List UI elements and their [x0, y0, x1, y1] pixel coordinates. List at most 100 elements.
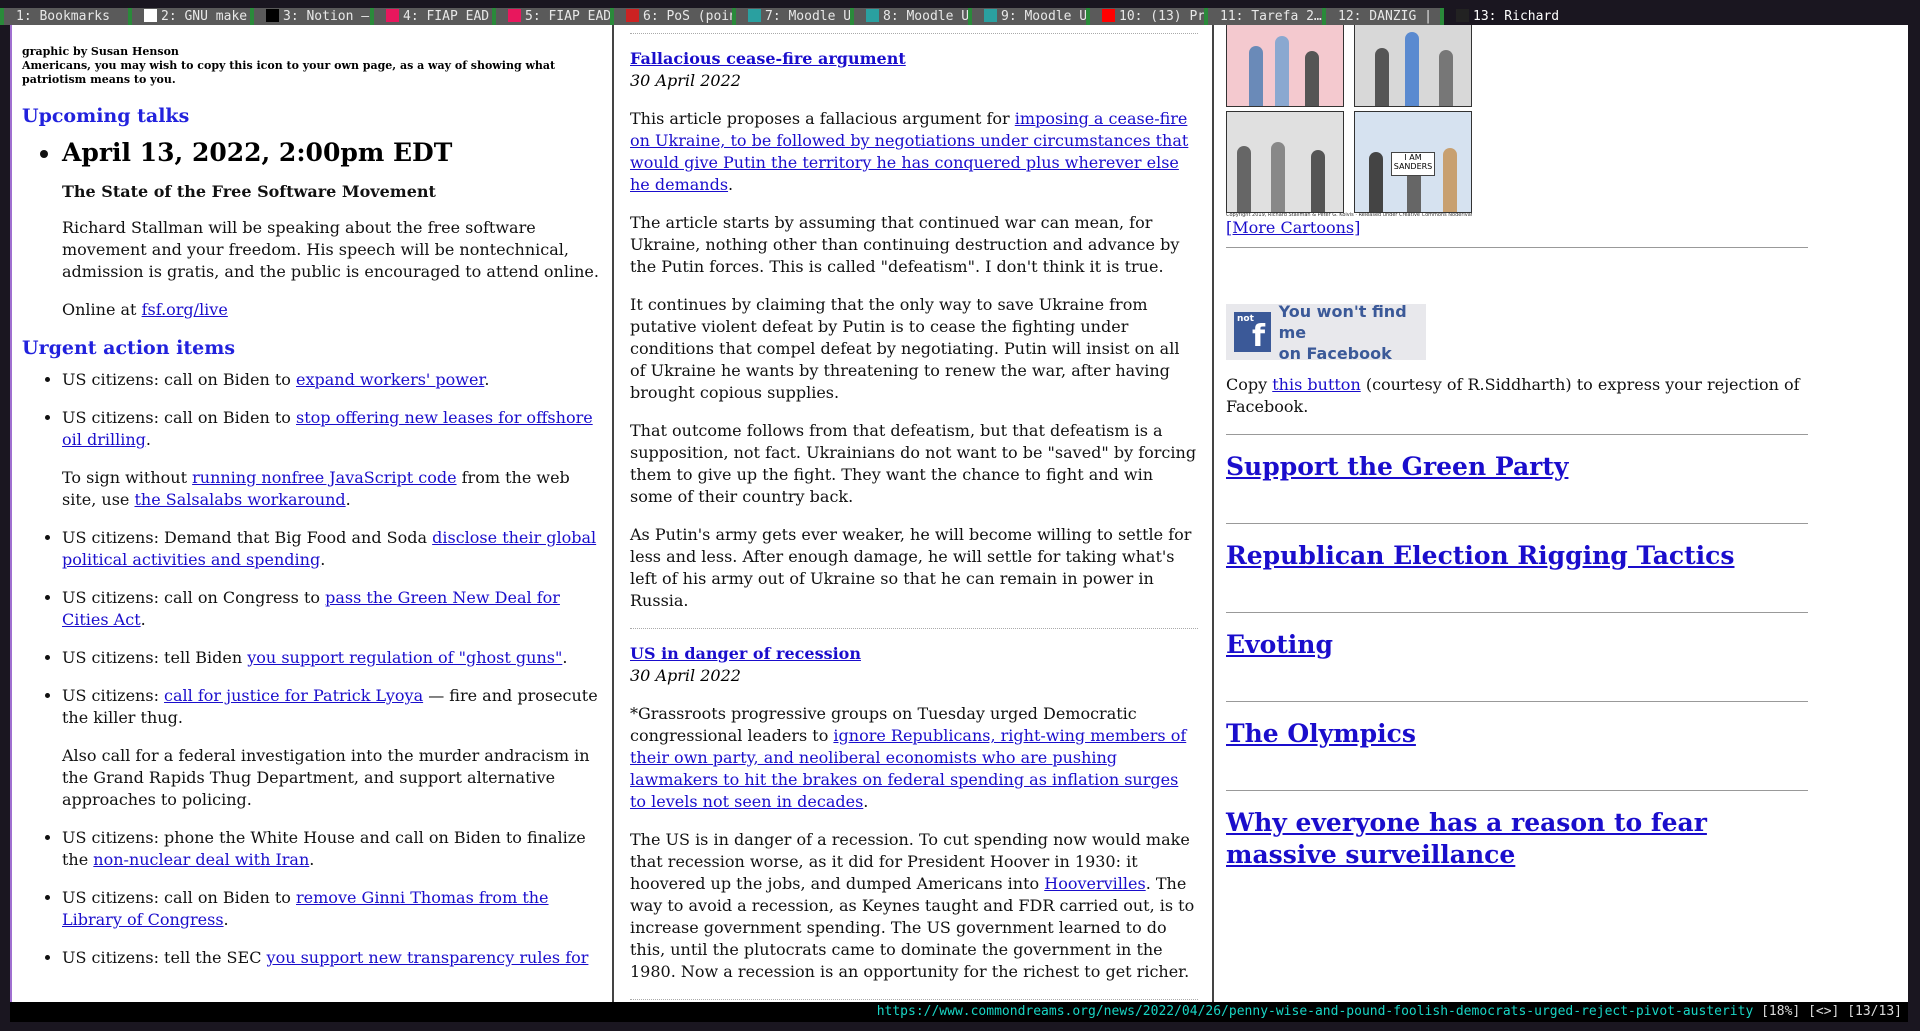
paragraph-text: This article proposes a fallacious argum…: [630, 109, 1015, 128]
figure: [1237, 146, 1251, 212]
item-text: .: [223, 910, 229, 929]
figure: [1275, 36, 1289, 106]
item-text: Also call for a federal investigation in…: [62, 746, 590, 809]
tab-2[interactable]: 2: GNU make: [128, 8, 250, 25]
article-title: US in danger of recession: [630, 643, 1198, 665]
facebook-icon: not f: [1234, 312, 1271, 352]
divider: [1226, 247, 1808, 248]
graphic-credit-note: Americans, you may wish to copy this ico…: [22, 59, 556, 86]
item-text: .: [484, 370, 490, 389]
tab-6[interactable]: 6: PoS (poin…: [610, 8, 732, 25]
talk-online: Online at fsf.org/live: [62, 299, 604, 321]
pos-icon: [626, 9, 639, 22]
urgent-action-item: To sign without running nonfree JavaScri…: [62, 467, 604, 511]
tab-label: 2: GNU make: [161, 9, 248, 24]
figure: [1439, 50, 1453, 106]
item-link[interactable]: expand workers' power: [296, 370, 484, 389]
tab-8[interactable]: 8: Moodle US…: [850, 8, 968, 25]
article-divider: [630, 33, 1198, 34]
urgent-action-item: US citizens: call on Biden to expand wor…: [62, 369, 604, 391]
notion-icon: [266, 9, 279, 22]
article-date: 30 April 2022: [630, 666, 741, 685]
middle-column: Fallacious cease-fire argument 30 April 2…: [616, 25, 1214, 1002]
more-cartoons-link[interactable]: [More Cartoons]: [1226, 218, 1360, 237]
paragraph-text: That outcome follows from that defeatism…: [630, 421, 1197, 506]
moodle-icon: [748, 9, 761, 22]
tab-7[interactable]: 7: Moodle US…: [732, 8, 850, 25]
fiap-icon: [386, 9, 399, 22]
figure: [1311, 150, 1325, 212]
item-link[interactable]: running nonfree JavaScript code: [192, 468, 456, 487]
right-link-block: Why everyone has a reason to fear massiv…: [1226, 807, 1786, 871]
item-text: US citizens: call on Biden to: [62, 888, 297, 907]
paragraph-text: .: [728, 175, 734, 194]
article: Fallacious cease-fire argument 30 April 2…: [630, 48, 1198, 612]
item-link[interactable]: the Salsalabs workaround: [134, 490, 345, 509]
item-text: .: [320, 550, 326, 569]
item-text: US citizens: Demand that Big Food and So…: [62, 528, 433, 547]
status-bar: https://www.commondreams.org/news/2022/0…: [0, 1002, 1920, 1031]
tab-4[interactable]: 4: FIAP EAD …: [370, 8, 492, 25]
urgent-action-item: US citizens: call on Biden to remove Gin…: [62, 887, 604, 931]
tab-12[interactable]: 12: DANZIG | VE…: [1322, 8, 1440, 25]
tab-label: 12: DANZIG | VE…: [1338, 9, 1440, 24]
tab-3[interactable]: 3: Notion – …: [250, 8, 370, 25]
item-text: US citizens: tell Biden: [62, 648, 248, 667]
article-paragraph: The article starts by assuming that cont…: [630, 212, 1198, 278]
right-link[interactable]: Why everyone has a reason to fear massiv…: [1226, 807, 1786, 871]
cartoon-panel: [1226, 25, 1344, 107]
item-link[interactable]: you support new transparency rules for: [267, 948, 589, 967]
tab-1[interactable]: 1: Bookmarks: [0, 8, 128, 25]
right-links: Support the Green Party Republican Electi…: [1226, 434, 1908, 871]
right-link-block: Republican Election Rigging Tactics: [1226, 540, 1786, 572]
moodle-icon: [866, 9, 879, 22]
item-link[interactable]: non-nuclear deal with Iran: [93, 850, 309, 869]
not-on-facebook-badge[interactable]: not f You won't find me on Facebook: [1226, 302, 1426, 363]
cartoon-sign: I AM SANDERS: [1391, 152, 1435, 176]
this-button-link[interactable]: this button: [1272, 375, 1361, 394]
item-link[interactable]: you support regulation of "ghost guns": [247, 648, 562, 667]
figure: [1369, 152, 1383, 212]
youtube-icon: [1102, 9, 1115, 22]
item-text: US citizens: call on Biden to: [62, 408, 297, 427]
status-url: https://www.commondreams.org/news/2022/0…: [876, 1004, 1754, 1019]
tab-10[interactable]: 10: (13) Pre…: [1086, 8, 1204, 25]
tab-5[interactable]: 5: FIAP EAD …: [492, 8, 610, 25]
article-paragraph: That outcome follows from that defeatism…: [630, 420, 1198, 508]
right-link[interactable]: The Olympics: [1226, 718, 1786, 750]
article-divider: [630, 628, 1198, 629]
tab-11[interactable]: 11: Tarefa 2…: [1204, 8, 1322, 25]
tab-label: 9: Moodle US…: [1001, 9, 1086, 24]
article-title-link[interactable]: US in danger of recession: [630, 644, 861, 663]
right-link[interactable]: Republican Election Rigging Tactics: [1226, 540, 1786, 572]
figure: [1443, 148, 1457, 212]
tab-9[interactable]: 9: Moodle US…: [968, 8, 1086, 25]
article-paragraph: As Putin's army gets ever weaker, he wil…: [630, 524, 1198, 612]
figure: [1405, 32, 1419, 106]
tab-label: 3: Notion – …: [283, 9, 370, 24]
articles-list: Fallacious cease-fire argument 30 April 2…: [630, 33, 1198, 1002]
article-title-link[interactable]: Fallacious cease-fire argument: [630, 49, 906, 68]
right-link-block: Support the Green Party: [1226, 451, 1786, 483]
graphic-credit: graphic by Susan Henson: [22, 45, 179, 58]
right-link[interactable]: Evoting: [1226, 629, 1786, 661]
figure: [1375, 48, 1389, 106]
fsf-live-link[interactable]: fsf.org/live: [142, 300, 228, 319]
item-link[interactable]: call for justice for Patrick Lyoya: [164, 686, 423, 705]
moodle-icon: [984, 9, 997, 22]
tab-13[interactable]: 13: Richard …: [1440, 8, 1562, 25]
right-column: I AM SANDERS Copyright 2019, Richard Sta…: [1216, 25, 1908, 1002]
paragraph-link[interactable]: Hoovervilles: [1044, 874, 1145, 893]
figure: [1305, 51, 1319, 106]
tab-label: 13: Richard …: [1473, 9, 1562, 24]
tab-label: 11: Tarefa 2…: [1220, 9, 1322, 24]
right-link[interactable]: Support the Green Party: [1226, 451, 1786, 483]
stallman-icon: [1456, 9, 1469, 22]
article-title: Fallacious cease-fire argument: [630, 48, 1198, 70]
urgent-action-item: US citizens: call on Congress to pass th…: [62, 587, 604, 631]
item-text: US citizens: tell the SEC: [62, 948, 267, 967]
divider: [1226, 790, 1808, 791]
divider: [1226, 523, 1808, 524]
item-text: US citizens: call on Congress to: [62, 588, 326, 607]
cartoon-panel: I AM SANDERS: [1354, 111, 1472, 213]
